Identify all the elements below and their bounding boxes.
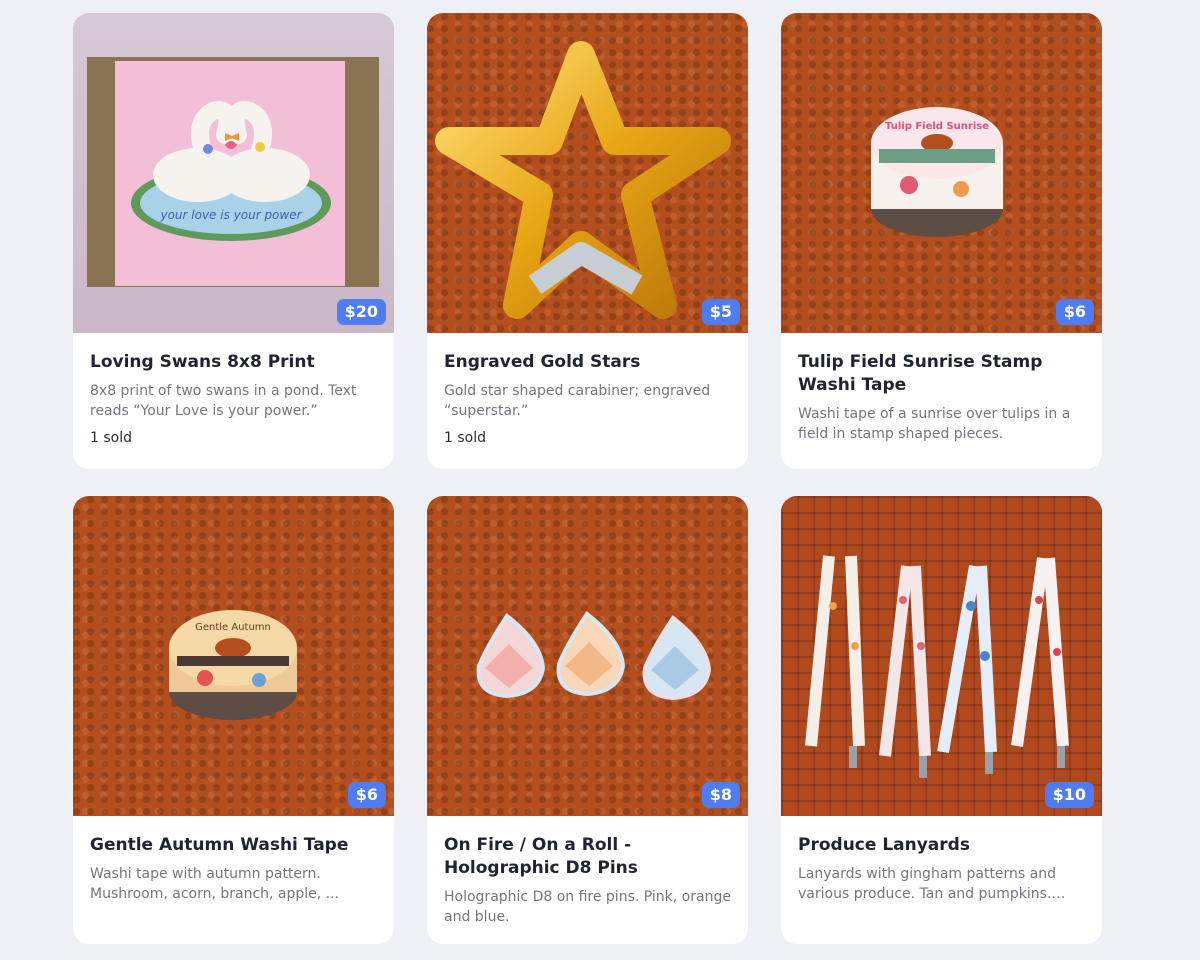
product-description: Washi tape with autumn pattern. Mushroom…	[90, 866, 340, 902]
product-grid: your love is your power $20 Loving Swans…	[73, 13, 1102, 944]
product-title[interactable]: Produce Lanyards	[798, 834, 1085, 857]
product-card-d8-pins[interactable]: $8 On Fire / On a Roll - Holographic D8 …	[427, 496, 748, 944]
sold-count: 1 sold	[90, 430, 132, 446]
print-caption: your love is your power	[159, 208, 302, 222]
product-description: Lanyards with gingham patterns and vario…	[798, 866, 1057, 902]
product-description: Holographic D8 on fire pins. Pink, orang…	[444, 889, 731, 925]
price-badge: $8	[701, 782, 740, 808]
product-description: Gold star shaped carabiner; engraved “su…	[444, 383, 711, 419]
washi-tape-image: Gentle Autumn	[169, 610, 297, 720]
product-title[interactable]: On Fire / On a Roll - Holographic D8 Pin…	[444, 834, 731, 880]
product-card-gold-stars[interactable]: $5 Engraved Gold Stars Gold star shaped …	[427, 13, 748, 469]
product-photo[interactable]: $8	[427, 496, 748, 816]
tape-label: Tulip Field Sunrise	[885, 121, 989, 132]
product-photo[interactable]: Gentle Autumn $6	[73, 496, 394, 816]
product-card-loving-swans[interactable]: your love is your power $20 Loving Swans…	[73, 13, 394, 469]
price-badge: $6	[347, 782, 386, 808]
tape-label: Gentle Autumn	[195, 622, 271, 633]
price-badge: $6	[1055, 299, 1094, 325]
product-description: Washi tape of a sunrise over tulips in a…	[798, 406, 1071, 442]
d8-pins-image	[476, 611, 712, 701]
product-title[interactable]: Tulip Field Sunrise Stamp Washi Tape	[798, 351, 1085, 397]
product-photo[interactable]: Tulip Field Sunrise $6	[781, 13, 1102, 333]
swans-print-image: your love is your power	[87, 57, 379, 287]
sold-count: 1 sold	[444, 430, 486, 446]
gold-star-image	[435, 41, 731, 319]
price-badge: $20	[336, 299, 386, 325]
washi-tape-image: Tulip Field Sunrise	[871, 107, 1003, 237]
lanyards-image	[805, 555, 1069, 778]
product-photo[interactable]: $10	[781, 496, 1102, 816]
product-title[interactable]: Engraved Gold Stars	[444, 351, 731, 374]
product-card-tulip-washi[interactable]: Tulip Field Sunrise $6 Tulip Field Sunri…	[781, 13, 1102, 469]
product-description: 8x8 print of two swans in a pond. Text r…	[90, 383, 357, 419]
product-title[interactable]: Gentle Autumn Washi Tape	[90, 834, 377, 857]
product-photo[interactable]: your love is your power $20	[73, 13, 394, 333]
product-card-produce-lanyards[interactable]: $10 Produce Lanyards Lanyards with gingh…	[781, 496, 1102, 944]
price-badge: $5	[701, 299, 740, 325]
price-badge: $10	[1044, 782, 1094, 808]
product-title[interactable]: Loving Swans 8x8 Print	[90, 351, 377, 374]
product-photo[interactable]: $5	[427, 13, 748, 333]
product-card-gentle-autumn[interactable]: Gentle Autumn $6 Gentle Autumn Washi Tap…	[73, 496, 394, 944]
